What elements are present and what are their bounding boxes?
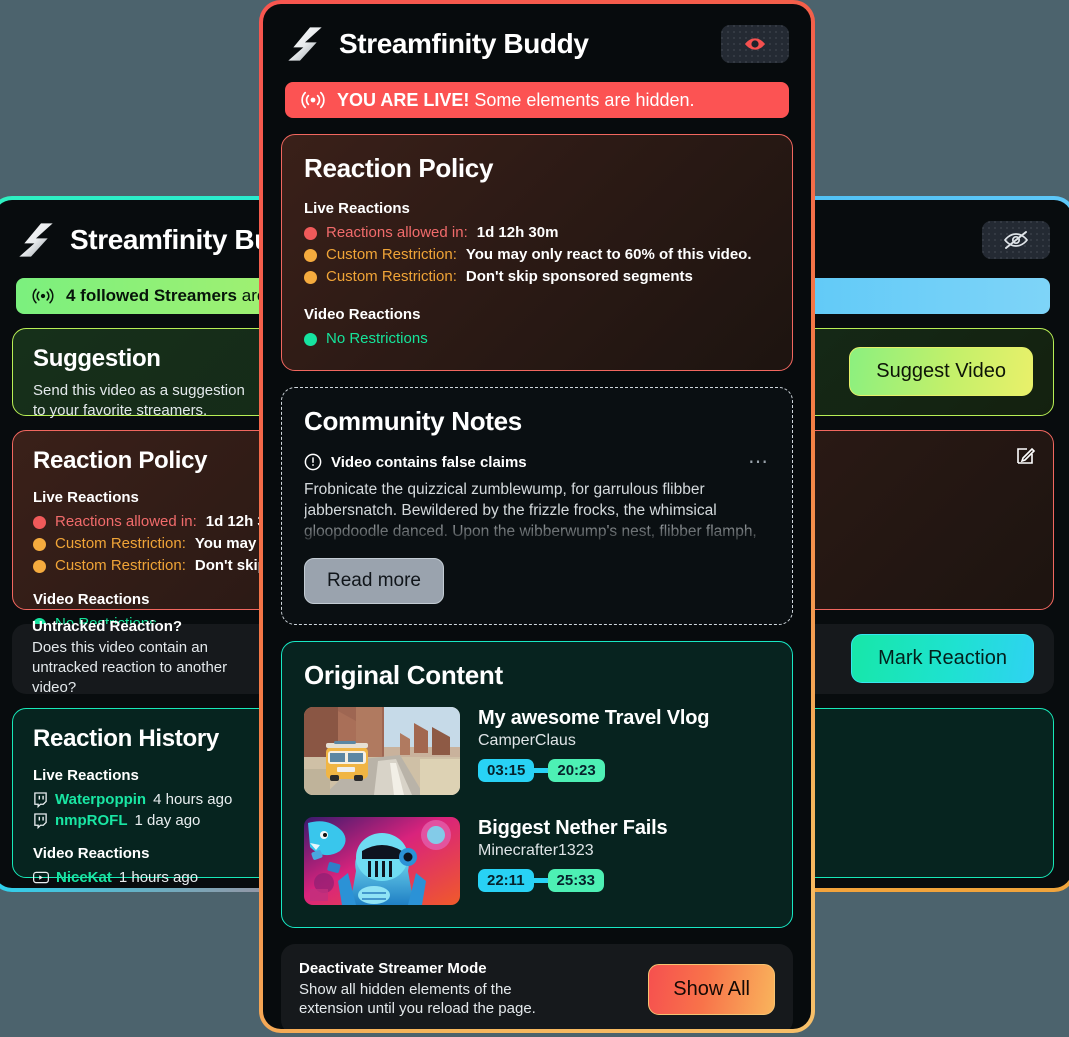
history-name: Waterpoppin	[55, 791, 147, 808]
broadcast-icon	[32, 288, 54, 304]
pencil-square-icon	[1017, 447, 1036, 464]
original-video-row[interactable]: Biggest Nether Fails Minecrafter1323 22:…	[304, 817, 770, 905]
streamfinity-s-logo-icon	[19, 223, 53, 257]
edit-policy-button[interactable]	[1013, 445, 1037, 469]
policy-label: Custom Restriction:	[55, 535, 186, 552]
live-banner-rest: Some elements are hidden.	[474, 89, 695, 110]
policy-label: Custom Restriction:	[326, 246, 457, 263]
timestamp-end: 20:23	[548, 759, 605, 782]
timestamp-link-bar	[534, 768, 549, 773]
footer-subtitle: Show all hidden elements of the extensio…	[299, 981, 536, 1017]
appbar-main: Streamfinity Buddy	[263, 4, 811, 76]
policy-label: Custom Restriction:	[326, 268, 457, 285]
youtube-icon	[33, 871, 49, 884]
policy-label: Reactions allowed in:	[326, 224, 468, 241]
read-more-button[interactable]: Read more	[304, 558, 444, 604]
status-dot-amber	[304, 248, 317, 262]
history-time: 4 hours ago	[153, 791, 233, 808]
policy-row: Reactions allowed in: 1d 12h 30m	[304, 222, 770, 244]
history-time: 1 day ago	[134, 812, 201, 829]
footer-title: Deactivate Streamer Mode	[299, 960, 487, 977]
blue-robot-neon-thumbnail[interactable]	[304, 817, 460, 905]
show-all-button[interactable]: Show All	[648, 963, 775, 1015]
twitch-icon	[34, 791, 47, 808]
community-notes-title: Community Notes	[304, 406, 522, 436]
status-dot-green	[304, 332, 317, 346]
suggest-video-button[interactable]: Suggest Video	[849, 346, 1033, 396]
video-title: My awesome Travel Vlog	[478, 707, 710, 729]
policy-value: Don't skip sponsored segments	[465, 268, 693, 285]
policy-video-heading: Video Reactions	[304, 306, 421, 323]
policy-value: You may only react to 60% of this video.	[465, 246, 752, 263]
banner-bold-left: 4 followed Streamers	[66, 286, 238, 305]
note-header: Video contains false claims ⋯	[304, 452, 770, 472]
timestamp-range: 03:15 20:23	[478, 759, 709, 782]
policy-label: Reactions allowed in:	[55, 513, 197, 530]
page-title: Streamfinity Buddy	[339, 28, 589, 59]
note-body-text: Frobnicate the quizzical zumblewump, for…	[304, 481, 757, 540]
history-time: 1 hours ago	[118, 869, 199, 886]
timestamp-range: 22:11 25:33	[478, 869, 667, 892]
screenshot-stage: Streamfinity Buddy 4 followed Streamers …	[0, 0, 1069, 1037]
untracked-title: Untracked Reaction?	[32, 618, 183, 635]
suggestion-subtitle: Send this video as a suggestion to your …	[33, 382, 245, 419]
eye-toggle-button[interactable]	[721, 25, 789, 63]
video-author: CamperClaus	[478, 732, 576, 749]
twitch-icon	[34, 812, 47, 829]
timestamp-link-bar	[533, 878, 548, 883]
live-banner-bold: YOU ARE LIVE!	[337, 89, 470, 110]
original-content-card: Original Content My awesome Travel Vlog …	[281, 641, 793, 928]
original-video-row[interactable]: My awesome Travel Vlog CamperClaus 03:15…	[304, 707, 770, 795]
policy-label: No Restrictions	[326, 330, 428, 347]
status-dot-amber	[33, 537, 46, 551]
timestamp-start: 03:15	[478, 759, 535, 782]
eye-icon	[745, 38, 765, 50]
thumbnail-art	[304, 707, 460, 795]
status-dot-amber	[33, 559, 46, 573]
thumbnail-art	[304, 817, 460, 905]
live-status-banner: YOU ARE LIVE! Some elements are hidden.	[285, 82, 789, 118]
note-headline: Video contains false claims	[331, 453, 527, 471]
reaction-policy-card: Reaction Policy Live Reactions Reactions…	[281, 134, 793, 371]
history-name: NiceKat	[56, 869, 112, 886]
video-title: Biggest Nether Fails	[478, 817, 668, 839]
history-name: nmpROFL	[55, 812, 128, 829]
broadcast-icon	[301, 91, 325, 109]
status-dot-red	[33, 515, 46, 529]
deactivate-streamer-mode-card: Deactivate Streamer Mode Show all hidden…	[281, 944, 793, 1029]
policy-row: Custom Restriction: You may only react to…	[304, 244, 770, 266]
travel-van-desert-thumbnail[interactable]	[304, 707, 460, 795]
eye-off-toggle-button[interactable]	[982, 221, 1050, 259]
policy-row: No Restrictions	[304, 328, 770, 350]
mark-reaction-button[interactable]: Mark Reaction	[851, 633, 1034, 683]
original-content-title: Original Content	[304, 660, 503, 690]
untracked-subtitle: Does this video contain an untracked rea…	[32, 639, 228, 696]
policy-title: Reaction Policy	[304, 153, 494, 183]
community-notes-card: Community Notes Video contains false cla…	[281, 387, 793, 625]
timestamp-start: 22:11	[478, 869, 534, 892]
main-extension-popup: Streamfinity Buddy YOU ARE LIVE! Some el…	[259, 0, 815, 1033]
eye-off-icon	[1003, 231, 1029, 249]
policy-label: Custom Restriction:	[55, 557, 186, 574]
status-dot-red	[304, 226, 317, 240]
policy-live-heading: Live Reactions	[304, 200, 410, 217]
note-overflow-button[interactable]: ⋯	[748, 452, 770, 472]
policy-value: 1d 12h 30m	[476, 224, 559, 241]
streamfinity-s-logo-icon	[288, 27, 322, 61]
exclamation-circle-icon	[304, 453, 322, 471]
timestamp-end: 25:33	[547, 869, 604, 892]
video-author: Minecrafter1323	[478, 842, 594, 859]
policy-row: Custom Restriction: Don't skip sponsored …	[304, 266, 770, 288]
status-dot-amber	[304, 270, 317, 284]
